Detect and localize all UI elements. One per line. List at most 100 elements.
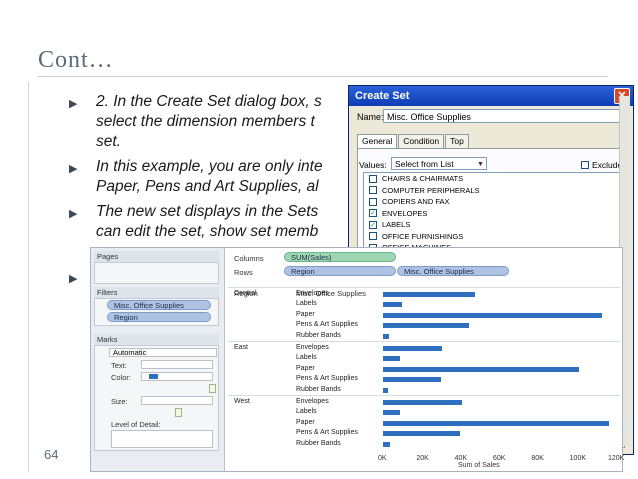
bullet-arrow-icon: ▶ [69, 208, 78, 220]
category-label: Labels [296, 408, 317, 416]
bullet-item: ▶ 2. In the Create Set dialog box, s sel… [66, 92, 366, 152]
side-shelves: Pages Filters Misc. Office Supplies Regi… [91, 248, 225, 471]
bar-mark[interactable] [383, 356, 401, 362]
chevron-down-icon[interactable]: ▼ [475, 158, 486, 169]
exclude-checkbox[interactable] [581, 161, 589, 169]
bar-mark[interactable] [383, 441, 390, 447]
checkbox[interactable] [369, 197, 377, 206]
category-label: Labels [296, 300, 317, 308]
bar-mark[interactable] [383, 346, 443, 351]
values-select[interactable]: Select from List ▼ [391, 157, 487, 170]
filter-pill-set[interactable]: Misc. Office Supplies [107, 300, 211, 310]
columns-pill-label: SUM(Sales) [291, 253, 332, 262]
category-label: Paper [296, 310, 315, 318]
member-item[interactable]: CHAIRS & CHAIRMATS [364, 173, 624, 185]
dialog-titlebar[interactable]: Create Set ✕ [349, 86, 633, 106]
checked-checkbox[interactable]: ✓ [369, 209, 377, 218]
bar-mark[interactable] [383, 302, 403, 308]
page-number: 64 [44, 447, 59, 462]
name-label: Name: [357, 112, 384, 122]
category-label: Pens & Art Supplies [296, 429, 358, 437]
bullet-line: can edit the set, show set memb [96, 223, 319, 240]
mark-type-select[interactable]: Automatic [109, 348, 217, 357]
rows-pill-set[interactable]: Misc. Office Supplies [397, 266, 509, 276]
rows-pill-label: Region [291, 267, 315, 276]
x-tick-label: 120K [608, 455, 625, 462]
tab-condition[interactable]: Condition [398, 134, 445, 148]
member-item[interactable]: ✓ ENVELOPES [364, 208, 624, 220]
values-selected: Select from List [395, 159, 454, 169]
text-shelf[interactable] [141, 360, 213, 369]
size-shelf[interactable] [141, 396, 213, 405]
bar-mark[interactable] [383, 420, 610, 426]
bar-mark[interactable] [383, 312, 602, 318]
bar-mark[interactable] [383, 400, 462, 405]
bullet-line: set. [96, 133, 121, 150]
bullet-line: Paper, Pens and Art Supplies, al [96, 178, 319, 195]
category-label: Pens & Art Supplies [296, 375, 358, 383]
marks-card-header: Marks [94, 334, 219, 345]
category-label: Pens & Art Supplies [296, 321, 358, 329]
filter-pill-label: Misc. Office Supplies [114, 301, 184, 310]
bullet-arrow-icon: ▶ [69, 163, 78, 175]
x-tick-label: 20K [416, 455, 429, 462]
text-label: Text: [111, 361, 127, 370]
checkbox[interactable] [369, 232, 377, 241]
color-label: Color: [111, 373, 132, 382]
size-label: Size: [111, 397, 128, 406]
checkbox[interactable] [369, 186, 377, 195]
bar-mark[interactable] [383, 366, 579, 372]
member-item[interactable]: ✓ LABELS [364, 219, 624, 231]
member-label: COMPUTER PERIPHERALS [382, 185, 480, 195]
category-label: Labels [296, 354, 317, 362]
category-label: Envelopes [296, 398, 329, 405]
bullet-line: select the dimension members t [96, 113, 315, 130]
filter-pill-region[interactable]: Region [107, 312, 211, 322]
detail-label: Level of Detail: [111, 420, 161, 429]
member-item[interactable]: COPIERS AND FAX [364, 196, 624, 208]
bar-mark[interactable] [383, 431, 460, 437]
member-label: COPIERS AND FAX [382, 197, 450, 207]
dialog-tabs: General Condition Top [357, 134, 470, 148]
bar-mark[interactable] [383, 387, 388, 393]
x-tick-label: 0K [378, 455, 387, 462]
bar-mark[interactable] [383, 323, 470, 329]
bullet-line: 2. In the Create Set dialog box, s [96, 93, 322, 110]
x-tick-label: 40K [454, 455, 468, 462]
bar-mark[interactable] [383, 292, 475, 297]
size-slider-handle-icon[interactable] [175, 408, 182, 417]
bar-mark[interactable] [383, 410, 401, 416]
rows-pill-label: Misc. Office Supplies [404, 267, 474, 276]
bar-mark[interactable] [383, 377, 441, 383]
chart-area: Central Envelopes Labels Paper Pens & Art Su… [228, 286, 624, 469]
group-divider [228, 287, 620, 288]
member-item[interactable]: OFFICE FURNISHINGS [364, 231, 624, 243]
columns-pill[interactable]: SUM(Sales) [284, 252, 396, 262]
exclude-label: Exclude [592, 160, 623, 170]
pages-shelf[interactable] [94, 262, 219, 284]
rows-pill-region[interactable]: Region [284, 266, 396, 276]
tableau-workspace: Pages Filters Misc. Office Supplies Regi… [90, 247, 624, 472]
group-divider [228, 395, 620, 396]
pages-card-header: Pages [94, 251, 219, 262]
checkbox[interactable] [369, 174, 377, 183]
member-label: OFFICE FURNISHINGS [382, 231, 464, 241]
mark-type-value: Automatic [113, 348, 147, 357]
category-label: Rubber Bands [296, 439, 341, 447]
bullet-arrow-icon: ▶ [69, 273, 78, 285]
exclude-option[interactable]: Exclude [581, 160, 622, 170]
checked-checkbox[interactable]: ✓ [369, 220, 377, 229]
slide-title: Cont… [38, 47, 114, 73]
tab-general[interactable]: General [357, 134, 398, 148]
tab-top[interactable]: Top [445, 134, 469, 148]
bullet-arrow-icon: ▶ [69, 98, 78, 110]
set-name-input[interactable]: Misc. Office Supplies [383, 109, 627, 123]
detail-shelf[interactable] [111, 430, 213, 448]
slider-handle-icon[interactable] [209, 384, 216, 393]
category-label: Paper [296, 418, 315, 426]
bar-mark[interactable] [383, 333, 389, 339]
member-item[interactable]: COMPUTER PERIPHERALS [364, 185, 624, 197]
x-tick-label: 100K [569, 455, 587, 462]
member-label: ENVELOPES [382, 208, 428, 218]
category-label: Rubber Bands [296, 385, 341, 393]
